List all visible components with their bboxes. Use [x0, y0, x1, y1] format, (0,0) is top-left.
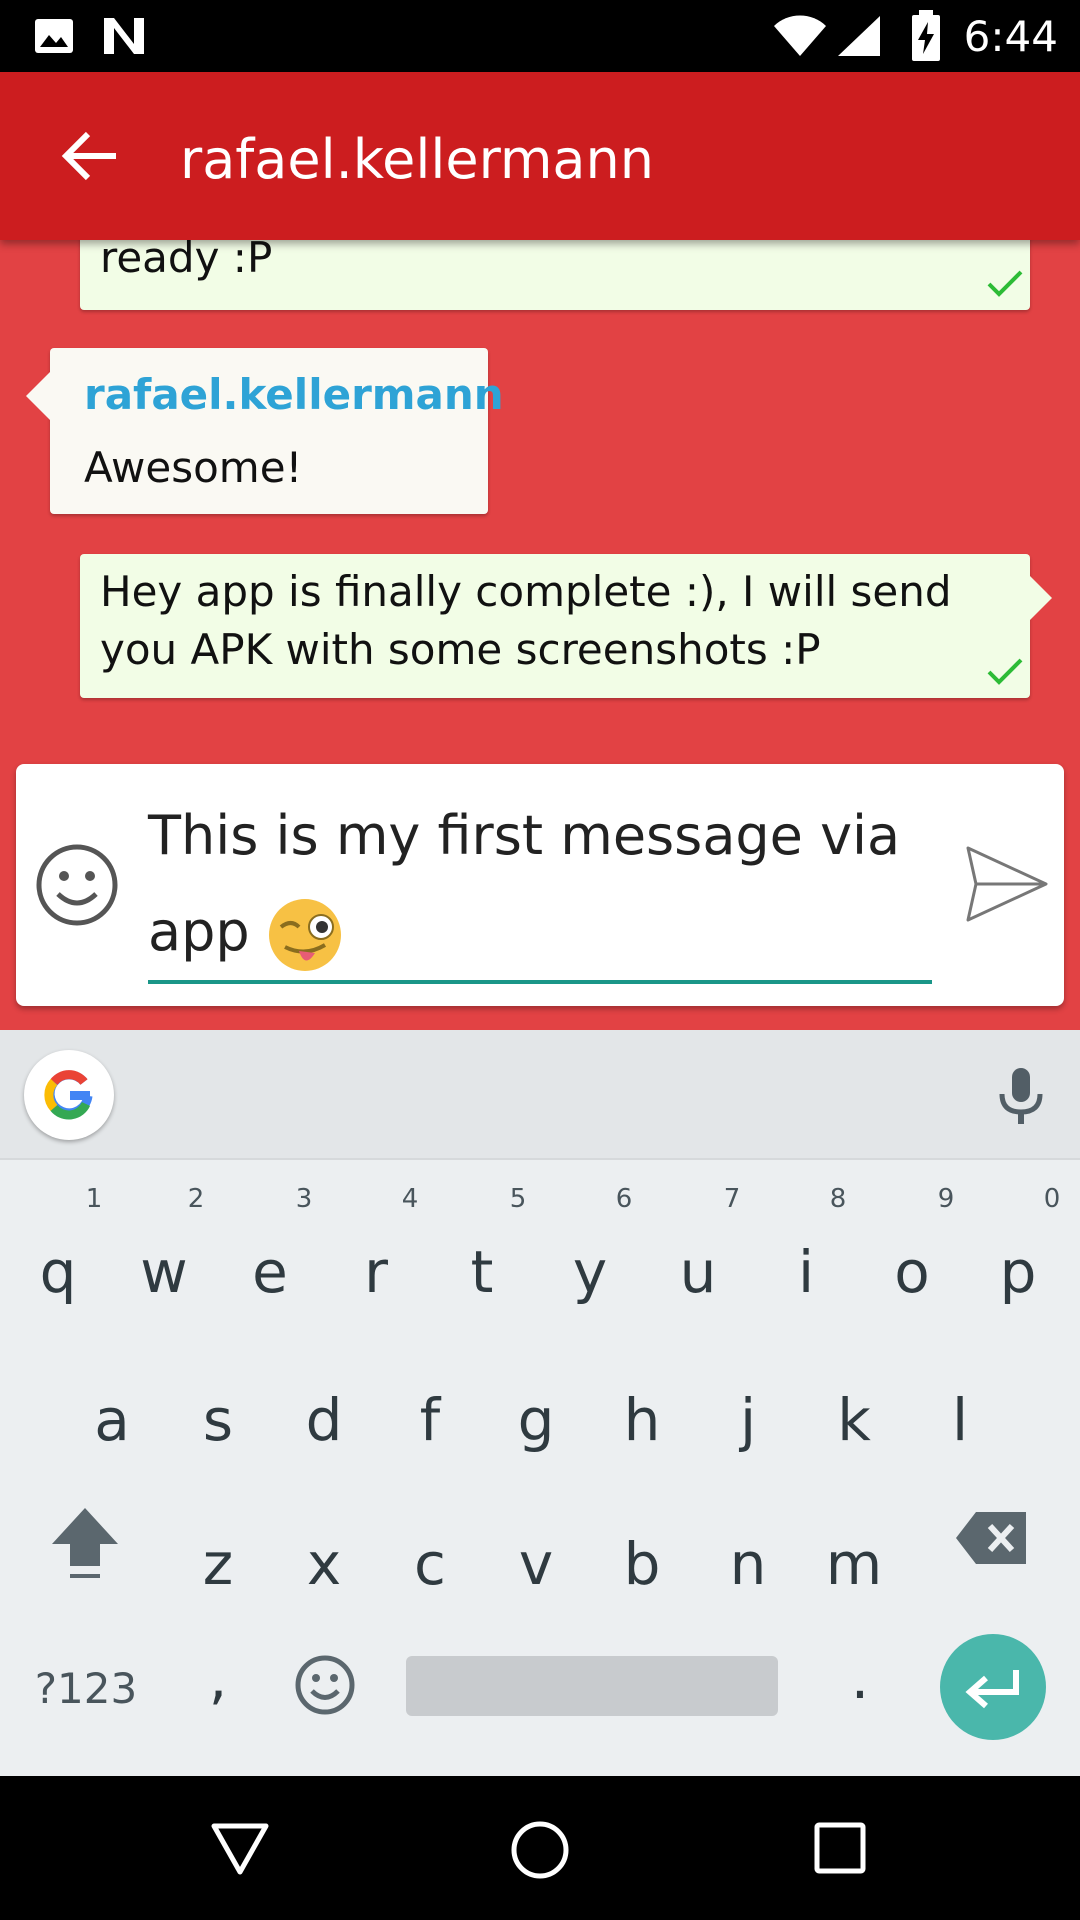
shift-icon[interactable]: [48, 1504, 122, 1584]
emoji-picker-icon[interactable]: [34, 842, 120, 928]
key-k[interactable]: k: [804, 1386, 904, 1454]
period-key[interactable]: .: [810, 1644, 910, 1712]
screen: 6:44 rafael.kellermann ready :P rafael.k…: [0, 0, 1080, 1920]
key-o[interactable]: o: [862, 1238, 962, 1306]
soft-keyboard: q 1 w 2 e 3 r 4 t 5 y 6 u 7 i 8 o 9 p 0 …: [0, 1030, 1080, 1776]
key-l[interactable]: l: [910, 1386, 1010, 1454]
comma-key[interactable]: ,: [168, 1644, 268, 1712]
message-input-line: This is my first message via: [148, 804, 901, 867]
message-input-line2: app: [148, 884, 932, 980]
key-hint: 8: [829, 1184, 847, 1214]
enter-icon: [965, 1670, 1019, 1709]
bubble-tail: [1030, 576, 1052, 620]
home-nav-icon[interactable]: [510, 1820, 570, 1880]
key-p[interactable]: p: [968, 1238, 1068, 1306]
key-hint: 6: [615, 1184, 633, 1214]
key-hint: 9: [937, 1184, 955, 1214]
key-s[interactable]: s: [168, 1386, 268, 1454]
toolbar: rafael.kellermann: [0, 72, 1080, 240]
bubble-tail: [26, 372, 50, 420]
message-bubble-incoming[interactable]: rafael.kellermann Awesome!: [26, 348, 504, 514]
recents-nav-icon[interactable]: [814, 1822, 866, 1874]
space-bar[interactable]: [406, 1656, 778, 1716]
wifi-icon: [774, 15, 826, 56]
suggestion-strip: [0, 1030, 1080, 1160]
winking-tongue-emoji-icon: [268, 899, 341, 972]
input-underline: [148, 980, 932, 984]
n-notification-icon: [104, 18, 144, 54]
send-icon[interactable]: [964, 844, 1050, 924]
key-e[interactable]: e: [220, 1238, 320, 1306]
back-arrow-icon[interactable]: [54, 120, 126, 192]
key-y[interactable]: y: [540, 1238, 640, 1306]
key-f[interactable]: f: [380, 1386, 480, 1454]
key-c[interactable]: c: [380, 1530, 480, 1598]
key-n[interactable]: n: [698, 1530, 798, 1598]
key-v[interactable]: v: [486, 1530, 586, 1598]
key-q[interactable]: q: [8, 1238, 108, 1306]
key-hint: 7: [723, 1184, 741, 1214]
key-z[interactable]: z: [168, 1530, 268, 1598]
status-bar: 6:44: [0, 0, 1080, 72]
google-search-button[interactable]: [24, 1050, 114, 1140]
key-i[interactable]: i: [756, 1238, 856, 1306]
emoji-key-icon[interactable]: [294, 1654, 356, 1716]
message-text: Awesome!: [84, 443, 303, 492]
navigation-bar: [0, 1776, 1080, 1920]
symbols-key[interactable]: ?123: [26, 1664, 146, 1713]
back-nav-icon[interactable]: [210, 1822, 270, 1876]
key-m[interactable]: m: [804, 1530, 904, 1598]
status-time: 6:44: [963, 12, 1058, 61]
delivered-check-icon: [987, 658, 1023, 685]
conversation-title: rafael.kellermann: [180, 128, 654, 191]
message-input-text: app: [148, 900, 250, 963]
key-b[interactable]: b: [592, 1530, 692, 1598]
key-t[interactable]: t: [432, 1238, 532, 1306]
image-notification-icon: [35, 19, 73, 53]
key-g[interactable]: g: [486, 1386, 586, 1454]
key-u[interactable]: u: [648, 1238, 748, 1306]
key-j[interactable]: j: [698, 1386, 798, 1454]
message-text: ready :P: [100, 240, 273, 282]
message-text-line: Hey app is finally complete :), I will s…: [100, 567, 952, 616]
key-x[interactable]: x: [274, 1530, 374, 1598]
key-d[interactable]: d: [274, 1386, 374, 1454]
message-text-line: you APK with some screenshots :P: [100, 625, 821, 674]
backspace-icon[interactable]: [954, 1510, 1030, 1566]
key-hint: 3: [295, 1184, 313, 1214]
message-sender: rafael.kellermann: [84, 370, 504, 419]
key-w[interactable]: w: [114, 1238, 214, 1306]
key-hint: 4: [401, 1184, 419, 1214]
key-hint: 2: [187, 1184, 205, 1214]
enter-key[interactable]: [940, 1634, 1046, 1740]
delivered-check-icon: [987, 270, 1023, 297]
message-composer: This is my first message via app: [16, 764, 1064, 1006]
microphone-icon[interactable]: [990, 1064, 1052, 1126]
key-hint: 0: [1043, 1184, 1061, 1214]
key-a[interactable]: a: [62, 1386, 162, 1454]
google-g-icon: [44, 1070, 93, 1120]
key-hint: 5: [509, 1184, 527, 1214]
message-bubble-outgoing[interactable]: ready :P: [80, 240, 1030, 310]
key-hint: 1: [85, 1184, 103, 1214]
cell-signal-icon: [838, 16, 880, 56]
message-bubble-outgoing[interactable]: Hey app is finally complete :), I will s…: [80, 554, 1052, 698]
battery-charging-icon: [912, 10, 940, 61]
message-input[interactable]: This is my first message via app: [148, 788, 932, 972]
key-r[interactable]: r: [326, 1238, 426, 1306]
key-h[interactable]: h: [592, 1386, 692, 1454]
